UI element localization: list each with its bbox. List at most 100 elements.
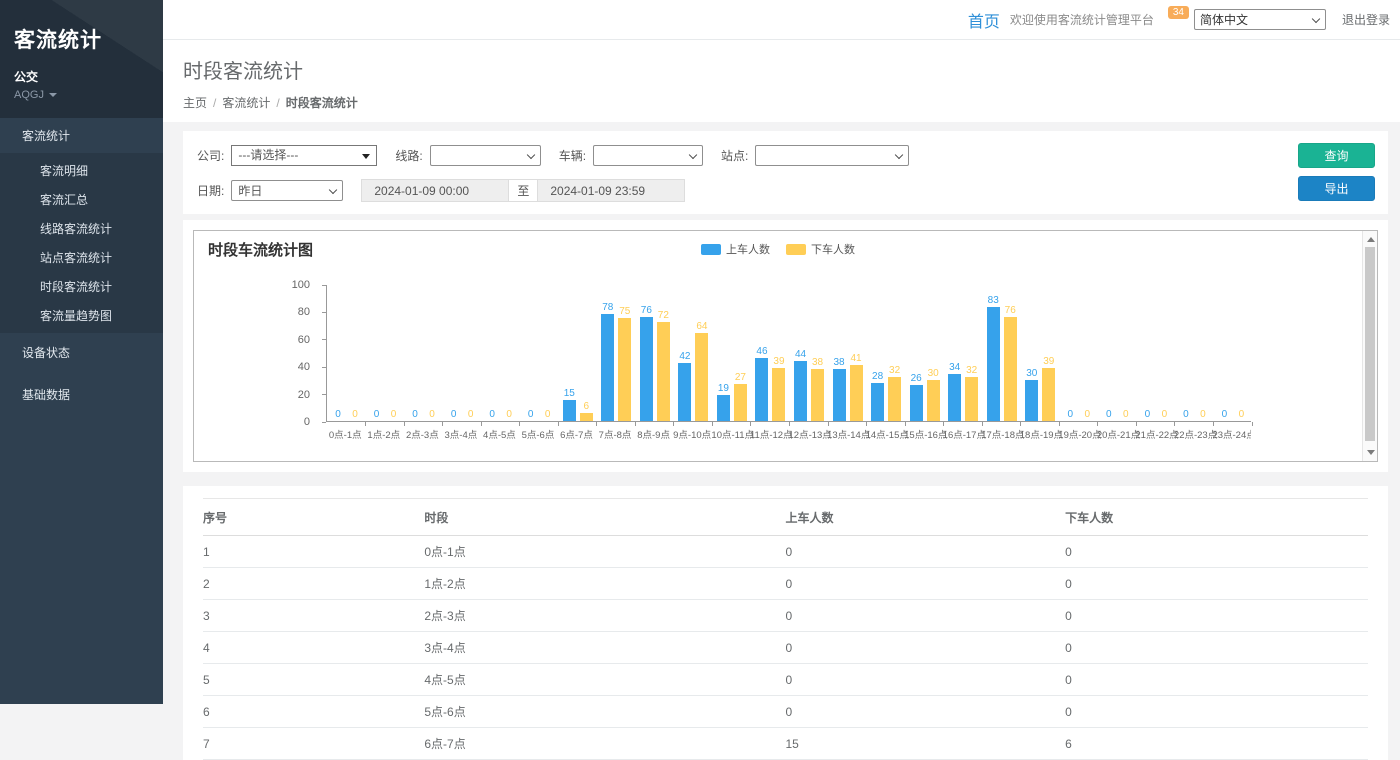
bar-boarding [755, 358, 768, 421]
x-tick-mark [1136, 422, 1137, 426]
table-header-row: 序号 时段 上车人数 下车人数 [203, 499, 1368, 536]
export-button[interactable]: 导出 [1298, 176, 1375, 201]
x-axis-label: 4点-5点 [480, 427, 519, 441]
chart-box: 时段车流统计图 上车人数 下车人数 020406080100 000000000… [193, 230, 1378, 462]
brand-area: 客流统计 公交 AQGJ [0, 0, 163, 118]
query-button[interactable]: 查询 [1298, 143, 1375, 168]
bar-value-label: 41 [842, 353, 870, 364]
bar-boarding [833, 369, 846, 421]
table-cell: 0 [1065, 664, 1368, 696]
y-tick-label: 20 [298, 389, 310, 401]
sidebar-item-device-status[interactable]: 设备状态 [0, 335, 163, 370]
table-cell: 1点-2点 [424, 568, 785, 600]
x-tick-mark [442, 422, 443, 426]
sidebar-item-line-stats[interactable]: 线路客流统计 [0, 214, 163, 243]
date-end-input[interactable] [537, 179, 685, 202]
line-select[interactable] [430, 145, 541, 166]
home-link[interactable]: 首页 [968, 8, 1000, 32]
chart-bars: 0000000000001567875767242641927463944383… [326, 285, 1251, 422]
y-tick-mark [322, 422, 326, 423]
chart-scrollbar[interactable] [1362, 231, 1377, 461]
table-row: 10点-1点00 [203, 536, 1368, 568]
x-tick-mark [943, 422, 944, 426]
x-axis-label: 2点-3点 [403, 427, 442, 441]
x-tick-mark [635, 422, 636, 426]
app-title: 客流统计 [14, 24, 163, 54]
y-tick-mark [322, 285, 326, 286]
breadcrumb-home[interactable]: 主页 [183, 96, 207, 110]
table-cell: 0 [1065, 536, 1368, 568]
org-code-dropdown[interactable]: AQGJ [14, 89, 163, 101]
company-select[interactable]: ---请选择--- [231, 145, 377, 166]
table-cell: 5 [203, 664, 424, 696]
scroll-down-icon[interactable] [1367, 450, 1375, 455]
x-tick-mark [828, 422, 829, 426]
x-axis-label: 11点-12点 [750, 427, 789, 441]
notification-badge: 34 [1168, 6, 1189, 19]
sidebar-item-period-stats[interactable]: 时段客流统计 [0, 272, 163, 301]
page-title: 时段客流统计 [183, 55, 1380, 84]
chart-legend: 上车人数 下车人数 [194, 241, 1362, 257]
breadcrumb-separator: / [213, 96, 216, 110]
y-tick-label: 0 [304, 416, 310, 428]
legend-item-alighting[interactable]: 下车人数 [786, 241, 855, 257]
sidebar-item-trend-chart[interactable]: 客流量趋势图 [0, 301, 163, 330]
x-axis-label: 7点-8点 [596, 427, 635, 441]
bar-value-label: 0 [1227, 409, 1255, 420]
x-tick-mark [673, 422, 674, 426]
x-tick-mark [866, 422, 867, 426]
y-tick-mark [322, 312, 326, 313]
bar-value-label: 64 [688, 321, 716, 332]
x-tick-mark [404, 422, 405, 426]
station-select[interactable] [755, 145, 909, 166]
bar-value-label: 39 [1035, 356, 1063, 367]
date-preset-select[interactable]: 昨日 [231, 180, 343, 201]
sidebar-item-passenger-stats[interactable]: 客流统计 [0, 118, 163, 153]
bar-value-label: 32 [958, 365, 986, 376]
x-tick-mark [365, 422, 366, 426]
legend-label-alighting: 下车人数 [811, 241, 855, 257]
date-start-input[interactable] [361, 179, 509, 202]
legend-label-boarding: 上车人数 [726, 241, 770, 257]
sidebar-item-base-data[interactable]: 基础数据 [0, 377, 163, 412]
table-cell: 0 [785, 568, 1065, 600]
x-axis-label: 16点-17点 [943, 427, 982, 441]
logout-link[interactable]: 退出登录 [1342, 11, 1390, 28]
sidebar-item-station-stats[interactable]: 站点客流统计 [0, 243, 163, 272]
language-select[interactable]: 简体中文 [1194, 9, 1326, 30]
breadcrumb-separator: / [276, 96, 279, 110]
sidebar-item-passenger-detail[interactable]: 客流明细 [0, 156, 163, 185]
x-axis-label: 22点-23点 [1174, 427, 1213, 441]
table-cell: 0点-1点 [424, 536, 785, 568]
table-cell: 0 [1065, 568, 1368, 600]
content-area: 公司: ---请选择--- 线路: 车辆: 站点: [163, 122, 1400, 760]
scroll-up-icon[interactable] [1367, 237, 1375, 242]
y-tick-mark [322, 339, 326, 340]
y-tick-label: 100 [292, 279, 310, 291]
table-row: 76点-7点156 [203, 728, 1368, 760]
y-tick-label: 60 [298, 334, 310, 346]
triangle-down-icon [362, 154, 370, 159]
breadcrumb-section[interactable]: 客流统计 [222, 96, 270, 110]
company-select-value: ---请选择--- [238, 148, 298, 162]
bar-alighting [927, 380, 940, 421]
x-tick-mark [1213, 422, 1214, 426]
x-axis-label: 13点-14点 [827, 427, 866, 441]
language-select-wrap: 简体中文 [1194, 9, 1326, 30]
y-tick-label: 40 [298, 361, 310, 373]
bar-alighting [618, 318, 631, 421]
bar-boarding [640, 317, 653, 421]
col-period: 时段 [424, 499, 785, 536]
bar-boarding [987, 307, 1000, 421]
line-label: 线路: [395, 147, 422, 164]
legend-item-boarding[interactable]: 上车人数 [701, 241, 770, 257]
x-tick-mark [982, 422, 983, 426]
scrollbar-thumb[interactable] [1365, 247, 1375, 441]
bar-value-label: 72 [649, 310, 677, 321]
date-label: 日期: [197, 182, 224, 199]
legend-swatch-boarding [701, 244, 721, 255]
sidebar-item-passenger-summary[interactable]: 客流汇总 [0, 185, 163, 214]
vehicle-select[interactable] [593, 145, 703, 166]
table-cell: 0 [1065, 600, 1368, 632]
col-alighting: 下车人数 [1065, 499, 1368, 536]
